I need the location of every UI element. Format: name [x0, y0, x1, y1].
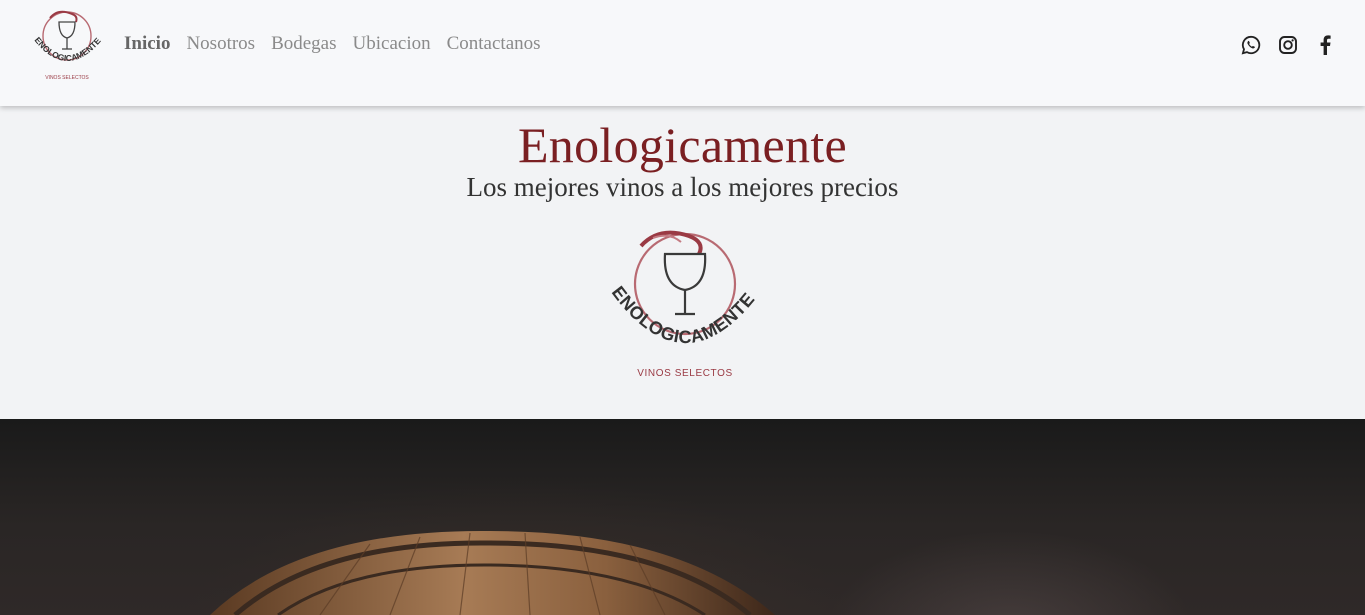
nav-menu: Inicio Nosotros Bodegas Ubicacion Contac… [124, 33, 541, 55]
nav-link-ubicacion[interactable]: Ubicacion [353, 33, 431, 55]
hero-image-barrel [0, 419, 1365, 615]
nav-link-inicio[interactable]: Inicio [124, 33, 170, 55]
hero-title: Enologicamente [517, 117, 848, 173]
nav-link-bodegas[interactable]: Bodegas [271, 33, 336, 55]
social-links [1241, 34, 1335, 56]
instagram-icon[interactable] [1278, 34, 1298, 56]
svg-text:VINOS SELECTOS: VINOS SELECTOS [637, 368, 732, 379]
navbar: ENOLOGICAMENTE VINOS SELECTOS Inicio Nos… [0, 0, 1365, 106]
whatsapp-icon[interactable] [1241, 34, 1261, 56]
hero-subtitle: Los mejores vinos a los mejores precios [466, 172, 899, 202]
svg-text:VINOS SELECTOS: VINOS SELECTOS [45, 75, 89, 81]
nav-logo[interactable]: ENOLOGICAMENTE VINOS SELECTOS [28, 6, 108, 82]
nav-link-nosotros[interactable]: Nosotros [186, 33, 255, 55]
hero-logo: ENOLOGICAMENTE VINOS SELECTOS [601, 224, 771, 384]
nav-link-contactanos[interactable]: Contactanos [447, 33, 541, 55]
facebook-icon[interactable] [1315, 34, 1335, 56]
hero-section: Enologicamente Los mejores vinos a los m… [0, 106, 1365, 419]
